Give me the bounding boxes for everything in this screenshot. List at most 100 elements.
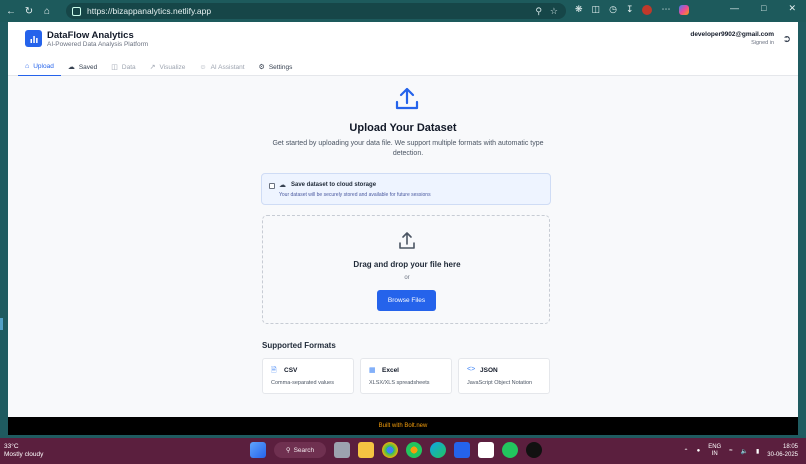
database-icon: ◫ — [111, 64, 118, 71]
cloud-icon: ☁ — [279, 182, 286, 189]
lang-bottom: IN — [711, 451, 718, 457]
minimize-icon[interactable]: — — [730, 3, 739, 14]
gear-icon: ⚙ — [258, 64, 265, 71]
drop-or: or — [404, 275, 410, 281]
footer-banner[interactable]: Built with Bolt.new — [8, 417, 798, 435]
user-email: developer9902@gmail.com — [690, 31, 774, 38]
drop-title: Drag and drop your file here — [353, 260, 461, 269]
app-tray-icon[interactable]: ● — [697, 448, 701, 454]
history-icon[interactable]: ◷ — [609, 4, 617, 15]
site-info-icon[interactable] — [72, 6, 81, 16]
home-icon[interactable]: ⌂ — [40, 4, 54, 18]
tab-label: Data — [121, 63, 136, 71]
format-card-json: <> JSON JavaScript Object Notation — [458, 358, 550, 394]
cloud-save-description: Your dataset will be securely stored and… — [279, 192, 431, 198]
app-title: DataFlow Analytics — [47, 30, 134, 41]
file-drop-zone[interactable]: Drag and drop your file here or Browse F… — [262, 215, 550, 324]
bot-icon: ☺ — [199, 63, 207, 71]
weather-temp: 33°C — [4, 443, 19, 450]
browser-toolbar: ← ↻ ⌂ https://bizappanalytics.netlify.ap… — [0, 0, 806, 22]
format-name: Excel — [382, 367, 399, 374]
tab-visualize[interactable]: ↗ Visualize — [143, 58, 193, 76]
file-text-icon: 🗎 — [271, 367, 277, 374]
cloud-save-checkbox[interactable] — [269, 183, 275, 189]
copilot-icon[interactable] — [679, 4, 690, 15]
app-subtitle: AI-Powered Data Analysis Platform — [47, 41, 149, 48]
language-indicator[interactable]: ENG IN — [708, 444, 721, 458]
spreadsheet-icon: ▦ — [369, 367, 376, 374]
page-description: Get started by uploading your data file.… — [272, 140, 544, 157]
user-status: Signed in — [751, 40, 774, 46]
tab-label: Upload — [33, 63, 54, 70]
chevron-up-icon[interactable]: ⌃ — [684, 448, 689, 455]
tab-saved[interactable]: ☁ Saved — [61, 58, 104, 76]
download-icon[interactable]: ↧ — [626, 4, 634, 15]
format-card-csv: 🗎 CSV Comma-separated values — [262, 358, 354, 394]
format-name: JSON — [480, 367, 498, 374]
cloud-save-label: Save dataset to cloud storage — [291, 182, 377, 188]
weather-widget[interactable]: 33°C Mostly cloudy — [4, 443, 43, 459]
tab-upload[interactable]: ⌂ Upload — [18, 58, 61, 76]
format-description: JavaScript Object Notation — [467, 380, 533, 386]
tab-label: Settings — [268, 63, 293, 71]
search-icon: ⚲ — [285, 447, 291, 454]
logout-icon[interactable]: ➲ — [783, 34, 791, 45]
back-icon[interactable]: ← — [4, 4, 18, 18]
wifi-icon[interactable]: ≈ — [729, 448, 732, 454]
file-explorer-icon[interactable] — [358, 442, 374, 458]
upload-icon — [399, 232, 415, 249]
lang-top: ENG — [708, 444, 722, 450]
volume-icon[interactable]: 🔈 — [741, 448, 748, 455]
format-description: XLSX/XLS spreadsheets — [369, 380, 430, 386]
tab-label: Visualize — [159, 63, 186, 71]
vscode-icon[interactable] — [454, 442, 470, 458]
bar-chart-logo-icon — [25, 30, 42, 47]
edge-icon[interactable] — [430, 442, 446, 458]
task-view-icon[interactable] — [334, 442, 350, 458]
clock-time: 18:05 — [782, 444, 798, 450]
chatgpt-icon[interactable] — [526, 442, 542, 458]
upload-panel: Upload Your Dataset Get started by uploa… — [8, 76, 798, 417]
profile-icon[interactable] — [642, 4, 653, 15]
whatsapp-icon[interactable] — [502, 442, 518, 458]
chrome-canary-icon[interactable] — [406, 442, 422, 458]
address-bar[interactable]: https://bizappanalytics.netlify.app ⚲ ☆ — [66, 3, 566, 19]
cloud-save-option: ☁ Save dataset to cloud storage Your dat… — [261, 173, 551, 205]
more-icon[interactable]: ⋯ — [661, 4, 670, 15]
footer-text: Built with Bolt.new — [378, 423, 428, 429]
home-icon: ⌂ — [25, 63, 30, 70]
app-header: DataFlow Analytics AI-Powered Data Analy… — [8, 22, 798, 76]
side-edge-indicator — [0, 318, 3, 330]
zoom-icon[interactable]: ⚲ — [535, 6, 542, 17]
tab-settings[interactable]: ⚙ Settings — [252, 58, 300, 76]
app-window: DataFlow Analytics AI-Powered Data Analy… — [8, 22, 798, 435]
clock-date: 30-06-2025 — [767, 452, 798, 458]
taskbar-search[interactable]: ⚲ Search — [274, 442, 326, 458]
tab-label: AI Assistant — [210, 63, 245, 71]
search-label: Search — [293, 446, 315, 454]
start-icon[interactable] — [250, 442, 266, 458]
weather-condition: Mostly cloudy — [4, 451, 44, 458]
tab-label: Saved — [78, 63, 98, 71]
refresh-icon[interactable]: ↻ — [22, 4, 36, 18]
format-description: Comma-separated values — [271, 380, 334, 386]
main-tabs: ⌂ Upload ☁ Saved ◫ Data ↗ Visualize ☺ AI… — [18, 58, 299, 76]
battery-icon[interactable]: ▮ — [756, 448, 759, 455]
tab-data[interactable]: ◫ Data — [104, 58, 142, 76]
extensions-icon[interactable]: ❋ — [575, 4, 583, 15]
browse-files-button[interactable]: Browse Files — [377, 290, 436, 311]
split-screen-icon[interactable]: ◫ — [592, 4, 601, 15]
format-card-excel: ▦ Excel XLSX/XLS spreadsheets — [360, 358, 452, 394]
formats-title: Supported Formats — [262, 341, 336, 350]
close-icon[interactable]: ✕ — [788, 3, 796, 14]
url-text: https://bizappanalytics.netlify.app — [87, 6, 212, 16]
favorite-star-icon[interactable]: ☆ — [550, 6, 558, 17]
trend-icon: ↗ — [149, 64, 156, 71]
format-name: CSV — [284, 367, 298, 374]
notion-icon[interactable] — [478, 442, 494, 458]
clock[interactable]: 18:05 30-06-2025 — [767, 443, 798, 459]
chrome-icon[interactable] — [382, 442, 398, 458]
tab-ai-assistant[interactable]: ☺ AI Assistant — [192, 58, 251, 76]
maximize-icon[interactable]: □ — [761, 3, 766, 14]
code-icon: <> — [467, 366, 476, 373]
